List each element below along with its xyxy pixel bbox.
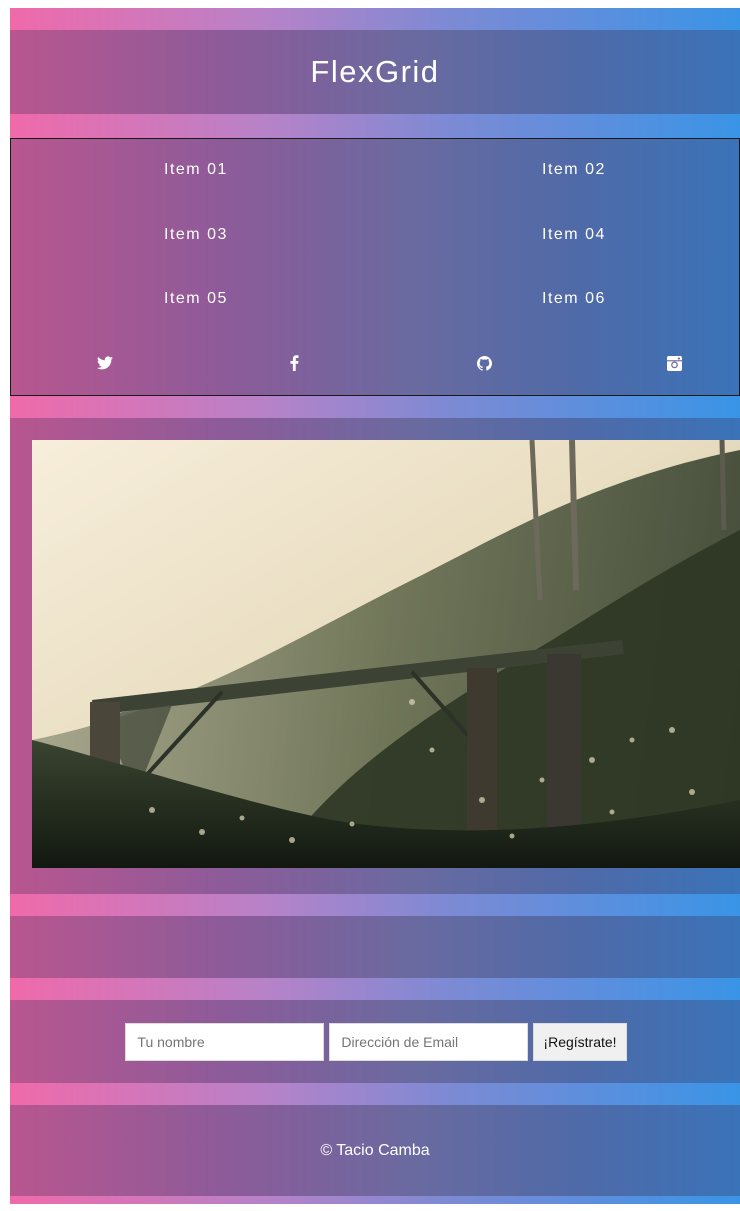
signup-button[interactable]: ¡Regístrate! [533,1022,627,1061]
spacer-band [10,916,740,978]
signup-section: ¡Regístrate! [10,1000,740,1083]
github-icon[interactable] [474,354,494,372]
nav-item-01[interactable]: Item 01 [164,161,284,179]
hero-section [10,418,740,894]
site-footer: © Tacio Camba [10,1105,740,1196]
navigation-menu: Item 01 Item 02 Item 03 Item 04 Item 05 … [10,138,740,396]
twitter-icon[interactable] [95,354,115,372]
nav-item-03[interactable]: Item 03 [164,226,284,244]
nav-item-05[interactable]: Item 05 [164,290,284,308]
facebook-icon[interactable] [284,354,304,372]
email-input[interactable] [329,1022,529,1061]
copyright-text: © Tacio Camba [320,1141,430,1159]
nav-item-02[interactable]: Item 02 [542,161,662,179]
instagram-icon[interactable] [664,354,684,372]
site-title: FlexGrid [310,54,440,89]
name-input[interactable] [125,1022,325,1061]
site-header: FlexGrid [10,30,740,114]
signup-form: ¡Regístrate! [125,1022,627,1061]
page-background: FlexGrid Item 01 Item 02 Item 03 Item 04… [10,8,740,1204]
nav-item-06[interactable]: Item 06 [542,290,662,308]
nav-item-04[interactable]: Item 04 [542,226,662,244]
landscape-photo [32,440,740,868]
